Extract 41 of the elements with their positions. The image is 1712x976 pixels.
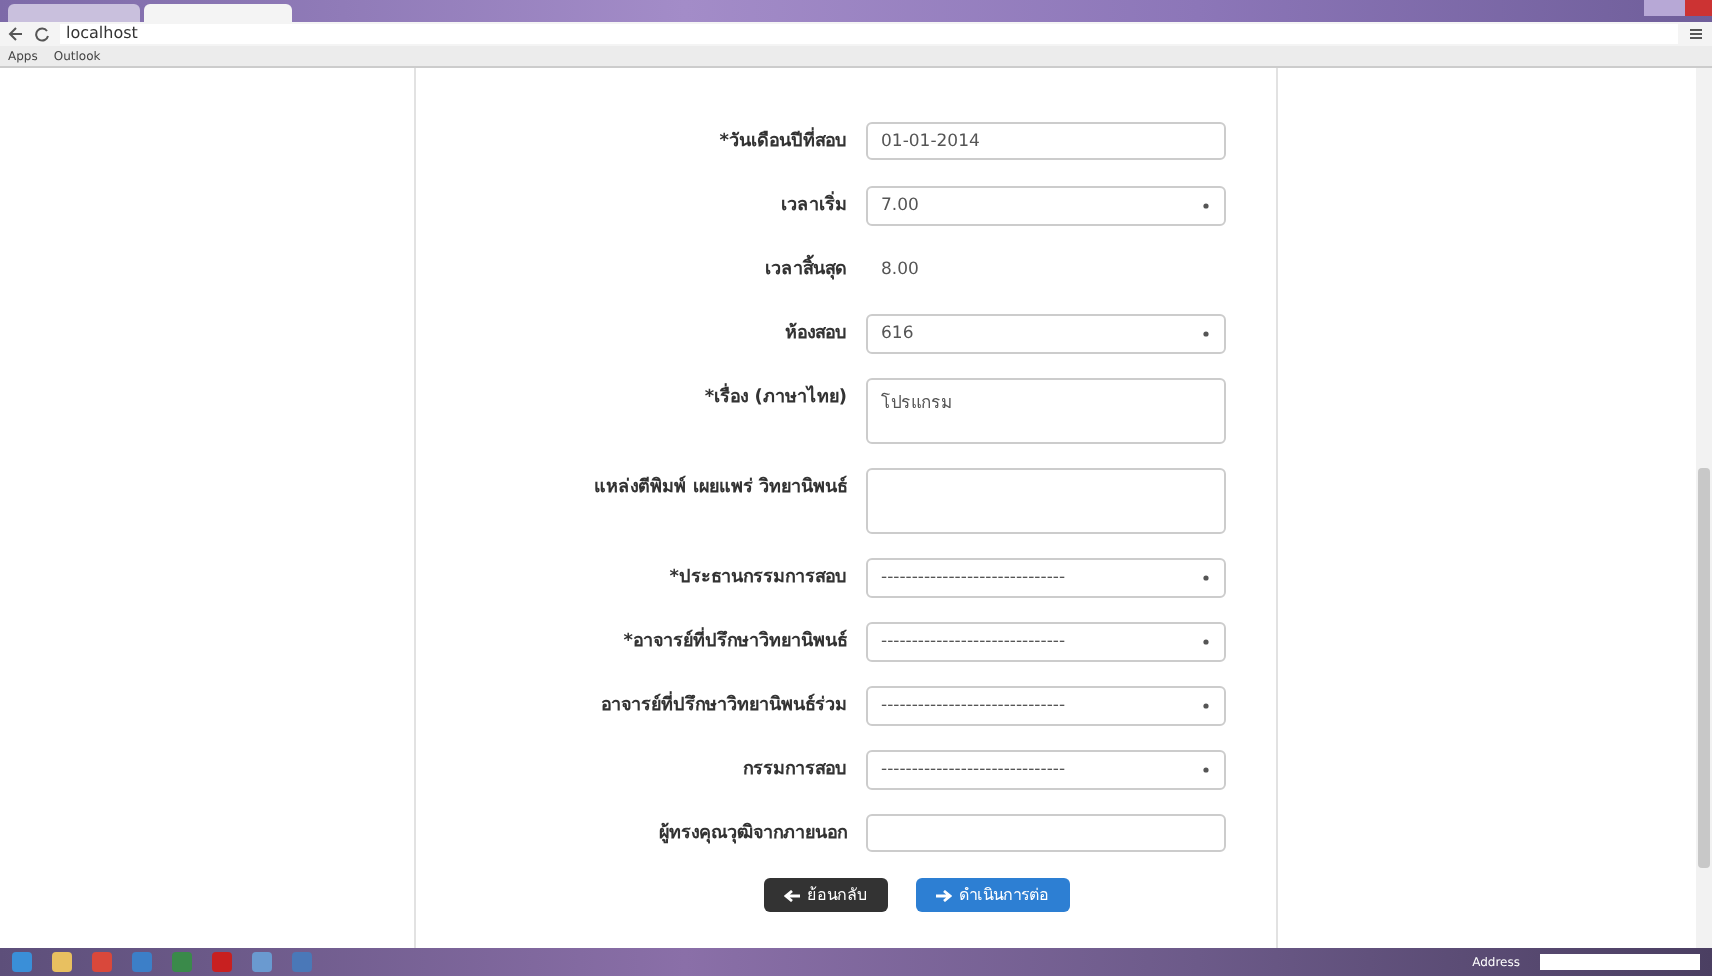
next-button[interactable]: ดำเนินการต่อ [915,878,1069,912]
caret-icon [1201,638,1209,646]
field-label: เวลาเริ่ม [487,186,847,226]
scrollbar[interactable] [1696,68,1712,948]
caret-icon [1201,330,1209,338]
field-value: 8.00 [879,258,921,284]
field-label: แหล่งตีพิมพ์ เผยแพร่ วิทยานิพนธ์ [592,473,847,502]
field-label: *อาจารย์ที่ปรึกษาวิทยานิพนธ์ [487,622,847,662]
field-label: *ประธานกรรมการสอบ [667,566,847,592]
scrollbar-thumb[interactable] [1698,468,1710,868]
caret-icon [1201,766,1209,774]
select-field[interactable]: ------------------------------ [865,750,1225,790]
caret-icon [1201,202,1209,210]
menu-icon[interactable] [1688,26,1704,42]
field-label: อาจารย์ที่ปรึกษาวิทยานิพนธ์ร่วม [487,686,847,726]
select-field[interactable]: ------------------------------ [865,686,1225,726]
caret-icon [1201,702,1209,710]
back-arrow-icon[interactable] [8,26,24,42]
text-area[interactable]: โปรแกรม [865,378,1225,444]
field-label: ผู้ทรงคุณวุฒิจากภายนอก [657,820,847,848]
right-arrow-icon [935,889,951,901]
text-area[interactable] [865,468,1225,534]
text-field[interactable] [865,814,1225,852]
text-field[interactable]: 01-01-2014 [865,122,1225,160]
field-label: *วันเดือนปีที่สอบ [487,122,847,162]
browser-tab[interactable] [144,4,292,22]
left-arrow-icon [783,889,799,901]
field-label: เวลาสิ้นสุด [487,250,847,290]
address-field[interactable] [1540,954,1700,970]
field-label: กรรมการสอบ [741,758,847,784]
field-label: ห้องสอบ [783,320,847,348]
select-field[interactable]: 616 [865,314,1225,354]
address-field[interactable]: localhost [60,24,1678,44]
reload-icon[interactable] [34,26,50,42]
back-button[interactable]: ย้อนกลับ [763,878,887,912]
window-controls[interactable] [1644,0,1712,16]
select-field[interactable]: 7.00 [865,186,1225,226]
select-field[interactable]: ------------------------------ [865,558,1225,598]
caret-icon [1201,574,1209,582]
field-label: *เรื่อง (ภาษาไทย) [487,378,847,418]
select-field[interactable]: ------------------------------ [865,622,1225,662]
